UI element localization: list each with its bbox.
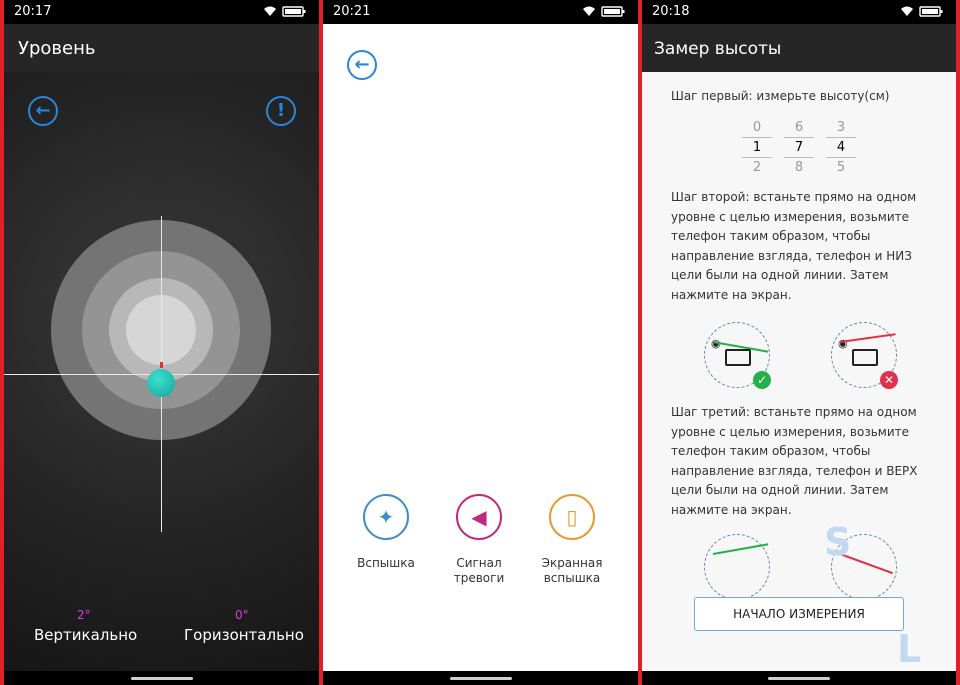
- app-bar: Замер высоты: [642, 24, 956, 72]
- step-two-text: Шаг второй: встаньте прямо на одном уров…: [671, 190, 917, 302]
- tool-label: Вспышка: [357, 556, 415, 570]
- home-indicator[interactable]: [768, 677, 830, 680]
- nav-bar: [323, 671, 638, 685]
- sight-line: [839, 333, 896, 343]
- picker-value-selected: 1: [742, 137, 772, 158]
- page-title: Уровень: [18, 38, 96, 59]
- picker-value-above: 0: [752, 120, 762, 135]
- horizontal-degree-value: 0°: [235, 608, 249, 622]
- check-icon: ✓: [753, 371, 771, 389]
- picker-value-above: 3: [836, 120, 846, 135]
- tool-label-line2: вспышка: [543, 571, 601, 585]
- phone-icon: [725, 349, 751, 366]
- status-bar: 20:17: [4, 0, 319, 24]
- level-bubble: [147, 369, 175, 397]
- wifi-battery-icon: [263, 5, 307, 21]
- page-title: Замер высоты: [654, 39, 782, 59]
- picker-value-above: 6: [794, 120, 804, 135]
- correct-aim-diagram: ◉ ✓: [704, 322, 771, 389]
- status-time: 20:18: [652, 4, 690, 19]
- center-marker: [160, 362, 163, 368]
- horizontal-label: Горизонтально: [184, 626, 304, 644]
- watermark-s-logo: S: [824, 520, 852, 564]
- back-arrow-icon[interactable]: ←: [28, 96, 58, 126]
- nav-bar: [642, 671, 956, 685]
- wifi-battery-icon: [582, 5, 626, 21]
- alarm-tool[interactable]: ◀ Сигнал тревоги: [434, 494, 524, 586]
- height-picker-ones[interactable]: 3 4 5: [826, 118, 856, 177]
- home-indicator[interactable]: [449, 677, 512, 680]
- nav-bar: [4, 671, 319, 685]
- vertical-degree-value: 2°: [77, 608, 91, 622]
- step-one-text: Шаг первый: измерьте высоту(см): [671, 89, 890, 103]
- status-bar: 20:18: [642, 0, 956, 24]
- level-screen: 20:17 Уровень ← ! 2° 0° Вертикально Гори…: [4, 0, 319, 685]
- height-measure-screen: 20:18 Замер высоты Шаг первый: измерьте …: [642, 0, 956, 685]
- status-bar: 20:21: [323, 0, 638, 24]
- picker-value-below: 8: [794, 160, 804, 175]
- height-picker-hundreds[interactable]: 0 1 2: [742, 118, 772, 177]
- eye-icon: ◉: [838, 337, 848, 350]
- wrong-aim-diagram: ◉ ✕: [831, 322, 898, 389]
- wifi-battery-icon: [900, 5, 944, 21]
- screen-flash-tool[interactable]: ▯ Экранная вспышка: [527, 494, 617, 586]
- lightbulb-icon: ✦: [363, 494, 409, 540]
- back-arrow-icon[interactable]: ←: [347, 50, 377, 80]
- picker-value-selected: 7: [784, 137, 814, 158]
- phone-icon: [852, 349, 878, 366]
- tools-area: ← ✦ Вспышка ◀ Сигнал тревоги ▯ Экранная вс…: [323, 24, 638, 671]
- correct-aim-diagram-top: [704, 534, 770, 600]
- height-picker-tens[interactable]: 6 7 8: [784, 118, 814, 177]
- picker-value-below: 2: [752, 160, 762, 175]
- cross-icon: ✕: [880, 371, 898, 389]
- tool-label: Сигнал: [456, 556, 502, 570]
- app-bar: Уровень: [4, 24, 319, 72]
- speaker-icon: ◀: [456, 494, 502, 540]
- tools-screen: 20:21 ← ✦ Вспышка ◀ Сигнал тревоги ▯ Экра…: [323, 0, 638, 685]
- watermark-l-logo: L: [897, 627, 922, 671]
- status-time: 20:17: [14, 4, 52, 19]
- picker-value-below: 5: [836, 160, 846, 175]
- sight-line: [712, 543, 769, 555]
- level-area: ← ! 2° 0° Вертикально Горизонтально: [4, 72, 319, 671]
- picker-value-selected: 4: [826, 137, 856, 158]
- vertical-label: Вертикально: [34, 626, 138, 644]
- home-indicator[interactable]: [130, 677, 193, 680]
- instructions-area: Шаг первый: измерьте высоту(см) 0 1 2 6 …: [642, 72, 956, 671]
- tool-label-line2: тревоги: [453, 571, 505, 585]
- step-three-text: Шаг третий: встаньте прямо на одном уров…: [671, 405, 918, 517]
- tool-label: Экранная: [541, 556, 603, 570]
- exclamation-icon[interactable]: !: [266, 96, 296, 126]
- phone-flash-icon: ▯: [549, 494, 595, 540]
- flashlight-tool[interactable]: ✦ Вспышка: [341, 494, 431, 571]
- status-time: 20:21: [333, 4, 371, 19]
- start-measurement-button[interactable]: НАЧАЛО ИЗМЕРЕНИЯ: [694, 597, 904, 631]
